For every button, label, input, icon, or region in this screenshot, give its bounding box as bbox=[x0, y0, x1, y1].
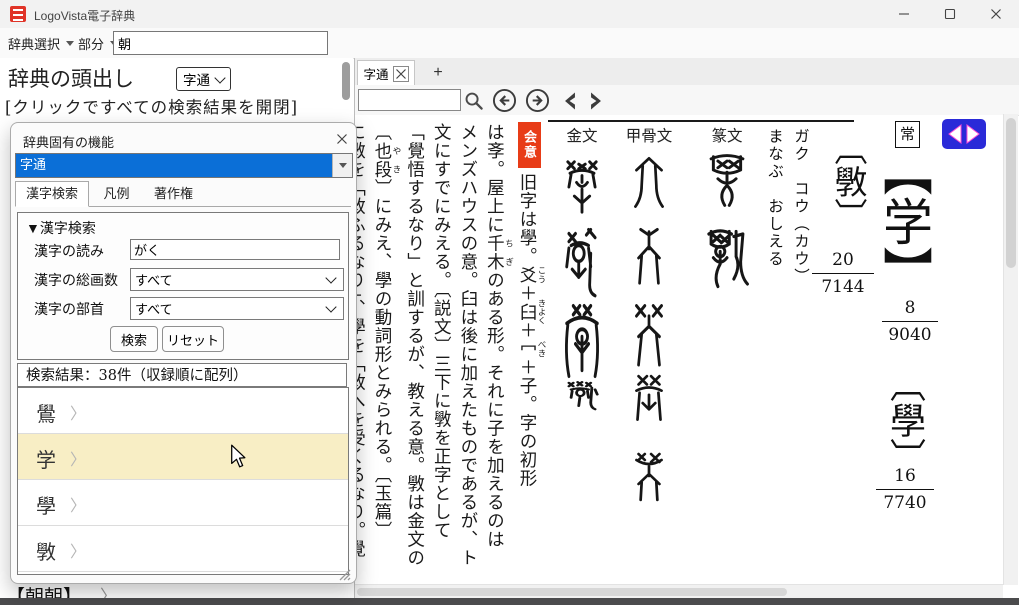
new-tab-button[interactable]: + bbox=[425, 61, 451, 84]
entry-content bbox=[355, 115, 1003, 585]
left-panel-heading: 辞典の頭出し bbox=[8, 63, 134, 93]
scrollbar-thumb[interactable] bbox=[357, 588, 787, 596]
dictionary-select-dropdown[interactable]: 辞典選択 bbox=[8, 33, 74, 53]
window-title: LogoVista電子辞典 bbox=[34, 7, 135, 24]
chevron-right-icon: 〉 bbox=[70, 400, 86, 424]
dialog-title: 辞典固有の機能 bbox=[23, 132, 114, 151]
maximize-button[interactable] bbox=[927, 0, 973, 28]
chevron-right-icon: 〉 bbox=[70, 538, 86, 562]
result-kanji: 学 bbox=[36, 444, 56, 473]
next-entry-icon[interactable] bbox=[583, 88, 609, 113]
result-item[interactable]: 学〉 bbox=[18, 434, 348, 480]
dictionary-functions-dialog: 辞典固有の機能 字通 漢字検索 凡例 著作権 ▼漢字検索 漢字の読み 漢字の総画… bbox=[10, 122, 357, 584]
search-button[interactable]: 検索 bbox=[110, 326, 158, 352]
entry-vertical-scrollbar[interactable] bbox=[1003, 114, 1018, 585]
combobox-value: 字通 bbox=[16, 154, 332, 177]
titlebar: LogoVista電子辞典 bbox=[0, 0, 1019, 28]
strokes-label: 漢字の総画数 bbox=[34, 270, 118, 290]
result-kanji: 鷽 bbox=[36, 398, 56, 427]
tab-jitsu[interactable]: 字通 bbox=[357, 60, 415, 86]
results-header: 検索結果：38件（収録順に配列） bbox=[17, 363, 347, 387]
reset-button[interactable]: リセット bbox=[162, 326, 224, 352]
window-bottom-edge bbox=[0, 598, 1019, 605]
chevron-down-icon bbox=[325, 272, 336, 283]
global-search-input[interactable] bbox=[113, 31, 328, 55]
reading-label: 漢字の読み bbox=[34, 241, 104, 261]
match-mode-dropdown[interactable]: 部分 bbox=[78, 33, 118, 53]
history-forward-icon[interactable] bbox=[524, 88, 550, 113]
close-button[interactable] bbox=[973, 0, 1019, 28]
result-item[interactable]: 斆〉 bbox=[18, 526, 348, 572]
result-kanji: 學 bbox=[36, 490, 56, 519]
dialog-tabs: 漢字検索 凡例 著作権 bbox=[15, 181, 351, 207]
scrollbar-thumb[interactable] bbox=[1006, 118, 1016, 268]
result-kanji: 斆 bbox=[36, 536, 56, 565]
entry-horizontal-scrollbar[interactable] bbox=[355, 584, 1003, 599]
dictionary-select-label: 辞典選択 bbox=[8, 34, 60, 53]
tab-label: 字通 bbox=[363, 64, 388, 83]
radical-select[interactable]: すべて bbox=[130, 297, 344, 320]
chevron-right-icon: 〉 bbox=[70, 492, 86, 516]
result-item[interactable]: 學〉 bbox=[18, 480, 348, 526]
entry-nav-button[interactable] bbox=[942, 119, 986, 149]
right-tab-bar: 字通 + bbox=[355, 58, 1019, 85]
history-back-icon[interactable] bbox=[491, 88, 517, 113]
dialog-dictionary-combobox[interactable]: 字通 bbox=[15, 153, 353, 178]
entry-search-input[interactable] bbox=[358, 89, 461, 111]
app-window: LogoVista電子辞典 辞典選択 部分 辞典の頭出し 字通 [クリックですべ… bbox=[0, 0, 1019, 605]
tab-legend[interactable]: 凡例 bbox=[93, 182, 139, 206]
left-dictionary-dropdown[interactable]: 字通 bbox=[176, 67, 231, 91]
result-item[interactable]: 鷽〉 bbox=[18, 388, 348, 434]
tab-copyright[interactable]: 著作権 bbox=[144, 182, 203, 206]
radical-select-value: すべて bbox=[135, 299, 173, 318]
prev-entry-icon[interactable] bbox=[557, 88, 583, 113]
chevron-down-icon bbox=[325, 301, 336, 312]
dialog-close-icon[interactable] bbox=[333, 130, 351, 148]
groupbox-legend[interactable]: ▼漢字検索 bbox=[26, 218, 96, 238]
left-dictionary-dropdown-value: 字通 bbox=[183, 69, 210, 89]
left-panel-scrollbar-thumb[interactable] bbox=[342, 62, 350, 100]
strokes-select-value: すべて bbox=[135, 270, 173, 289]
reading-input[interactable] bbox=[130, 239, 340, 260]
kanji-search-groupbox: ▼漢字検索 漢字の読み 漢字の総画数 すべて 漢字の部首 すべて 検索 リセット bbox=[17, 212, 349, 360]
combobox-dropdown-button[interactable] bbox=[332, 154, 352, 177]
caret-down-icon bbox=[66, 41, 74, 46]
caret-down-icon bbox=[339, 163, 347, 168]
entry-search-icon[interactable] bbox=[460, 88, 486, 113]
chevron-right-icon: 〉 bbox=[70, 446, 86, 470]
expand-collapse-hint[interactable]: [クリックですべての検索結果を開閉] bbox=[5, 94, 298, 118]
strokes-select[interactable]: すべて bbox=[130, 268, 344, 291]
dialog-resize-grip[interactable] bbox=[337, 567, 351, 581]
minimize-button[interactable] bbox=[881, 0, 927, 28]
entry-toolbar bbox=[355, 85, 1019, 116]
mouse-cursor bbox=[228, 444, 248, 473]
tab-close-icon[interactable] bbox=[393, 66, 409, 82]
tab-kanji-search[interactable]: 漢字検索 bbox=[15, 181, 89, 207]
app-icon bbox=[10, 6, 26, 22]
radical-label: 漢字の部首 bbox=[34, 299, 104, 319]
results-list: 鷽〉学〉學〉斆〉 bbox=[17, 387, 349, 575]
chevron-down-icon bbox=[214, 72, 225, 83]
match-mode-label: 部分 bbox=[78, 34, 104, 53]
